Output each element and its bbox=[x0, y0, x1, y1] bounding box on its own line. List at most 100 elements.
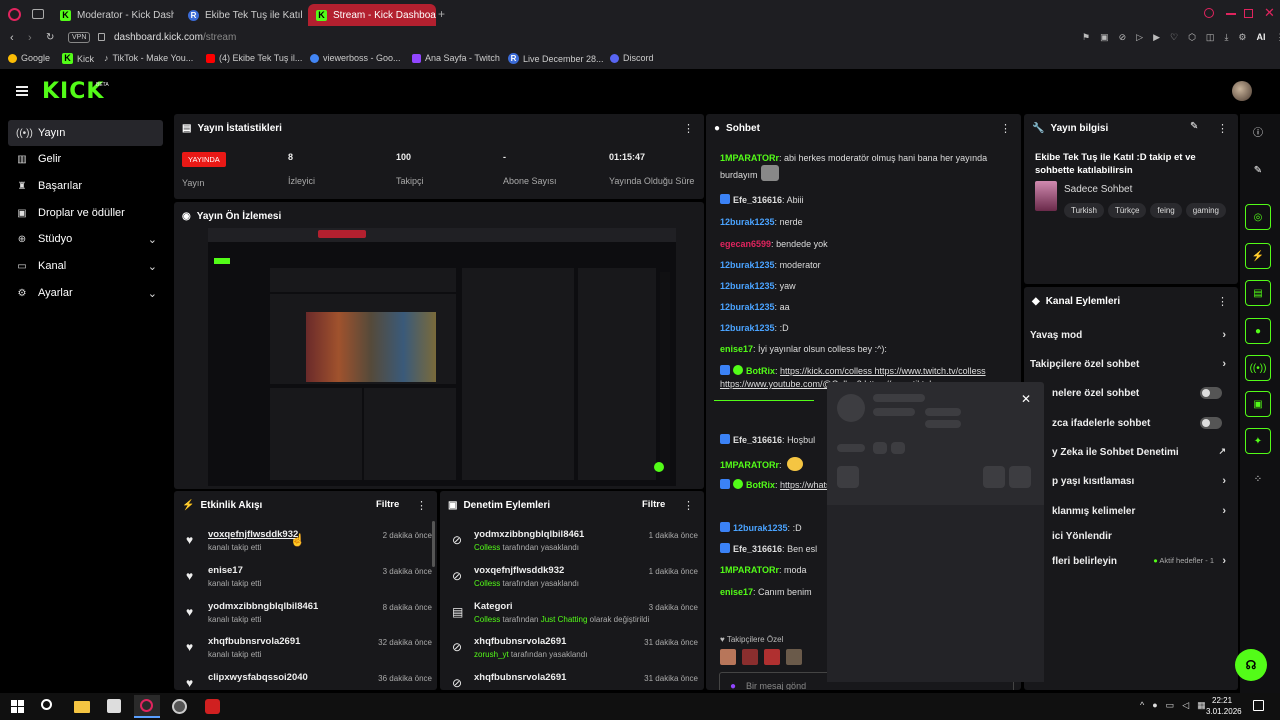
new-tab-button[interactable]: + bbox=[438, 7, 445, 21]
file-explorer-icon[interactable] bbox=[74, 701, 90, 713]
network-icon[interactable]: ▭ bbox=[1166, 700, 1175, 711]
chat-username[interactable]: Efe_316616 bbox=[733, 544, 782, 554]
vpn-badge[interactable]: VPN bbox=[68, 32, 91, 43]
tag-chip[interactable]: Türkçe bbox=[1107, 203, 1147, 218]
obs-icon[interactable] bbox=[172, 699, 187, 714]
list-item[interactable]: ♥ xhqfbubnsrvola2691 kanalı takip etti 32 d… bbox=[182, 636, 432, 670]
tab-manager-icon[interactable] bbox=[32, 9, 44, 19]
chat-username[interactable]: 1MPARATORr bbox=[720, 460, 779, 470]
help-button[interactable]: ☊ bbox=[1235, 649, 1267, 681]
moderation-target[interactable]: xhqfbubnsrvola2691 bbox=[474, 636, 566, 647]
tag-chip[interactable]: feing bbox=[1150, 203, 1182, 218]
tag-chip[interactable]: gaming bbox=[1185, 203, 1226, 218]
bookmark-kick[interactable]: K Kick bbox=[62, 53, 94, 64]
bookmark-google[interactable]: Google bbox=[8, 53, 50, 63]
chat-username[interactable]: 12burak1235 bbox=[733, 523, 788, 533]
subscribers-only-toggle[interactable] bbox=[1200, 387, 1222, 399]
download-icon[interactable]: ⤓ bbox=[1224, 32, 1228, 43]
activity-filter-button[interactable]: Filtre bbox=[376, 499, 399, 510]
chat-username[interactable]: 1MPARATORr bbox=[720, 565, 779, 575]
emote-icon[interactable] bbox=[786, 649, 802, 665]
activity-user[interactable]: clipxwysfabqssoi2040 bbox=[208, 672, 308, 683]
notification-icon[interactable] bbox=[1253, 700, 1264, 711]
keyboard-icon[interactable]: ▦ bbox=[1197, 700, 1206, 711]
camera-icon[interactable]: ◎ bbox=[1245, 204, 1271, 230]
bookmark-discord[interactable]: Discord bbox=[610, 53, 654, 63]
kebab-menu-icon[interactable]: ⋮ bbox=[683, 122, 694, 135]
bookmark-viewerboss[interactable]: viewerboss - Goo... bbox=[310, 53, 401, 63]
kebab-menu-icon[interactable]: ⋮ bbox=[683, 499, 694, 512]
search-icon[interactable] bbox=[41, 699, 52, 710]
url-field[interactable]: dashboard.kick.com/stream bbox=[114, 32, 236, 43]
windows-start-icon[interactable] bbox=[11, 700, 24, 713]
stream-preview-video[interactable] bbox=[208, 228, 676, 486]
moderation-target[interactable]: xhqfbubnsrvola2691 bbox=[474, 672, 566, 683]
chat-username[interactable]: egecan6599 bbox=[720, 239, 771, 249]
kebab-menu-icon[interactable]: ⋮ bbox=[1217, 295, 1228, 308]
volume-icon[interactable]: ◁ bbox=[1182, 700, 1189, 711]
activity-scrollbar[interactable] bbox=[432, 521, 435, 567]
heart-icon[interactable]: ♡ bbox=[1170, 32, 1178, 43]
nav-studyo[interactable]: ⊕ Stüdyo ⌄ bbox=[8, 226, 163, 252]
chat-username[interactable]: enise17 bbox=[720, 587, 753, 597]
category-thumbnail[interactable] bbox=[1035, 181, 1057, 211]
followers-only-row[interactable]: Takipçilere özel sohbet › bbox=[1030, 352, 1228, 376]
moderation-actor[interactable]: Colless bbox=[474, 543, 500, 552]
list-item[interactable]: ♥ clipxwysfabqssoi2040 36 dakika önce bbox=[182, 672, 432, 690]
bookmark-live[interactable]: R Live December 28... bbox=[508, 53, 604, 64]
avatar[interactable] bbox=[1232, 81, 1252, 101]
chat-username[interactable]: 12burak1235 bbox=[720, 281, 775, 291]
moderation-target[interactable]: yodmxzibbngblqlbil8461 bbox=[474, 529, 584, 540]
list-item[interactable]: ♥ yodmxzibbngblqlbil8461 kanalı takip etti… bbox=[182, 601, 432, 635]
chat-username[interactable]: 12burak1235 bbox=[720, 323, 775, 333]
subscribers-only-row[interactable]: nelere özel sohbet bbox=[1030, 381, 1228, 405]
bookmark-youtube[interactable]: (4) Ekibe Tek Tuş il... bbox=[206, 53, 302, 63]
activity-user[interactable]: xhqfbubnsrvola2691 bbox=[208, 636, 300, 647]
moderation-icon[interactable]: ▣ bbox=[1245, 391, 1271, 417]
document-icon[interactable]: ▤ bbox=[1245, 280, 1271, 306]
list-item[interactable]: ♥ enise17 kanalı takip etti 3 dakika önce bbox=[182, 565, 432, 599]
recorder-icon[interactable] bbox=[205, 699, 220, 714]
minimize-button[interactable] bbox=[1226, 13, 1236, 15]
goals-row[interactable]: fleri belirleyin ● Aktif hedefler - 1 › bbox=[1030, 549, 1228, 573]
tab-stream[interactable]: K Stream - Kick Dashboard bbox=[308, 4, 436, 26]
maximize-button[interactable] bbox=[1244, 9, 1253, 18]
nav-droplar[interactable]: ▣ Droplar ve ödüller bbox=[8, 200, 163, 226]
emote-only-toggle[interactable] bbox=[1200, 417, 1222, 429]
tag-chip[interactable]: Turkish bbox=[1064, 203, 1104, 218]
moderation-target[interactable]: voxqefnjflwsddk932 bbox=[474, 565, 564, 576]
moderation-actor[interactable]: Colless bbox=[474, 579, 500, 588]
activity-user[interactable]: voxqefnjflwsddk932 bbox=[208, 529, 298, 540]
bookmark-tiktok[interactable]: ♪ TikTok - Make You... bbox=[104, 53, 193, 63]
list-item[interactable]: ⊘ yodmxzibbngblqlbil8461 Colless tarafında… bbox=[448, 529, 698, 563]
list-item[interactable]: ⊘ xhqfbubnsrvola2691 zorush_yt tarafından … bbox=[448, 636, 698, 670]
forward-icon[interactable]: › bbox=[28, 32, 32, 44]
nav-basarilar[interactable]: ♜ Başarılar bbox=[8, 173, 163, 199]
close-window-button[interactable]: ✕ bbox=[1264, 5, 1275, 21]
adblock-icon[interactable]: ⊘ bbox=[1119, 32, 1127, 43]
moderation-category[interactable]: Just Chatting bbox=[541, 615, 588, 624]
chat-username[interactable]: 12burak1235 bbox=[720, 217, 775, 227]
menu-icon[interactable]: ⋮ bbox=[1276, 32, 1280, 43]
nav-kanal[interactable]: ▭ Kanal ⌄ bbox=[8, 253, 163, 279]
ai-moderation-row[interactable]: y Zeka ile Sohbet Denetimi ↗ bbox=[1030, 440, 1228, 464]
chat-username[interactable]: enise17 bbox=[720, 344, 753, 354]
tab-moderator[interactable]: K Moderator - Kick Dashboa bbox=[52, 4, 174, 26]
moderation-actor[interactable]: Colless bbox=[474, 615, 500, 624]
moderation-filter-button[interactable]: Filtre bbox=[642, 499, 665, 510]
chat-username[interactable]: BotRix bbox=[746, 366, 775, 376]
category-name[interactable]: Sadece Sohbet bbox=[1064, 184, 1132, 195]
reload-icon[interactable]: ↻ bbox=[46, 32, 54, 43]
pin-icon[interactable]: ⚑ bbox=[1082, 32, 1090, 43]
clock-date[interactable]: 3.01.2026 bbox=[1206, 707, 1242, 716]
chevron-up-icon[interactable]: ^ bbox=[1140, 700, 1144, 711]
play-icon[interactable]: ▶ bbox=[1153, 32, 1160, 43]
lightning-icon[interactable]: ⚡ bbox=[1245, 243, 1271, 269]
emote-icon[interactable] bbox=[720, 649, 736, 665]
nav-yayin[interactable]: ((•)) Yayın bbox=[8, 120, 163, 146]
hamburger-menu-icon[interactable] bbox=[16, 86, 28, 96]
list-item[interactable]: ♥ voxqefnjflwsddk932 kanalı takip etti 2 da… bbox=[182, 529, 432, 563]
send-icon[interactable]: ▷ bbox=[1136, 32, 1143, 43]
mic-icon[interactable]: ● bbox=[1152, 700, 1157, 711]
kebab-menu-icon[interactable]: ⋮ bbox=[1217, 122, 1228, 135]
